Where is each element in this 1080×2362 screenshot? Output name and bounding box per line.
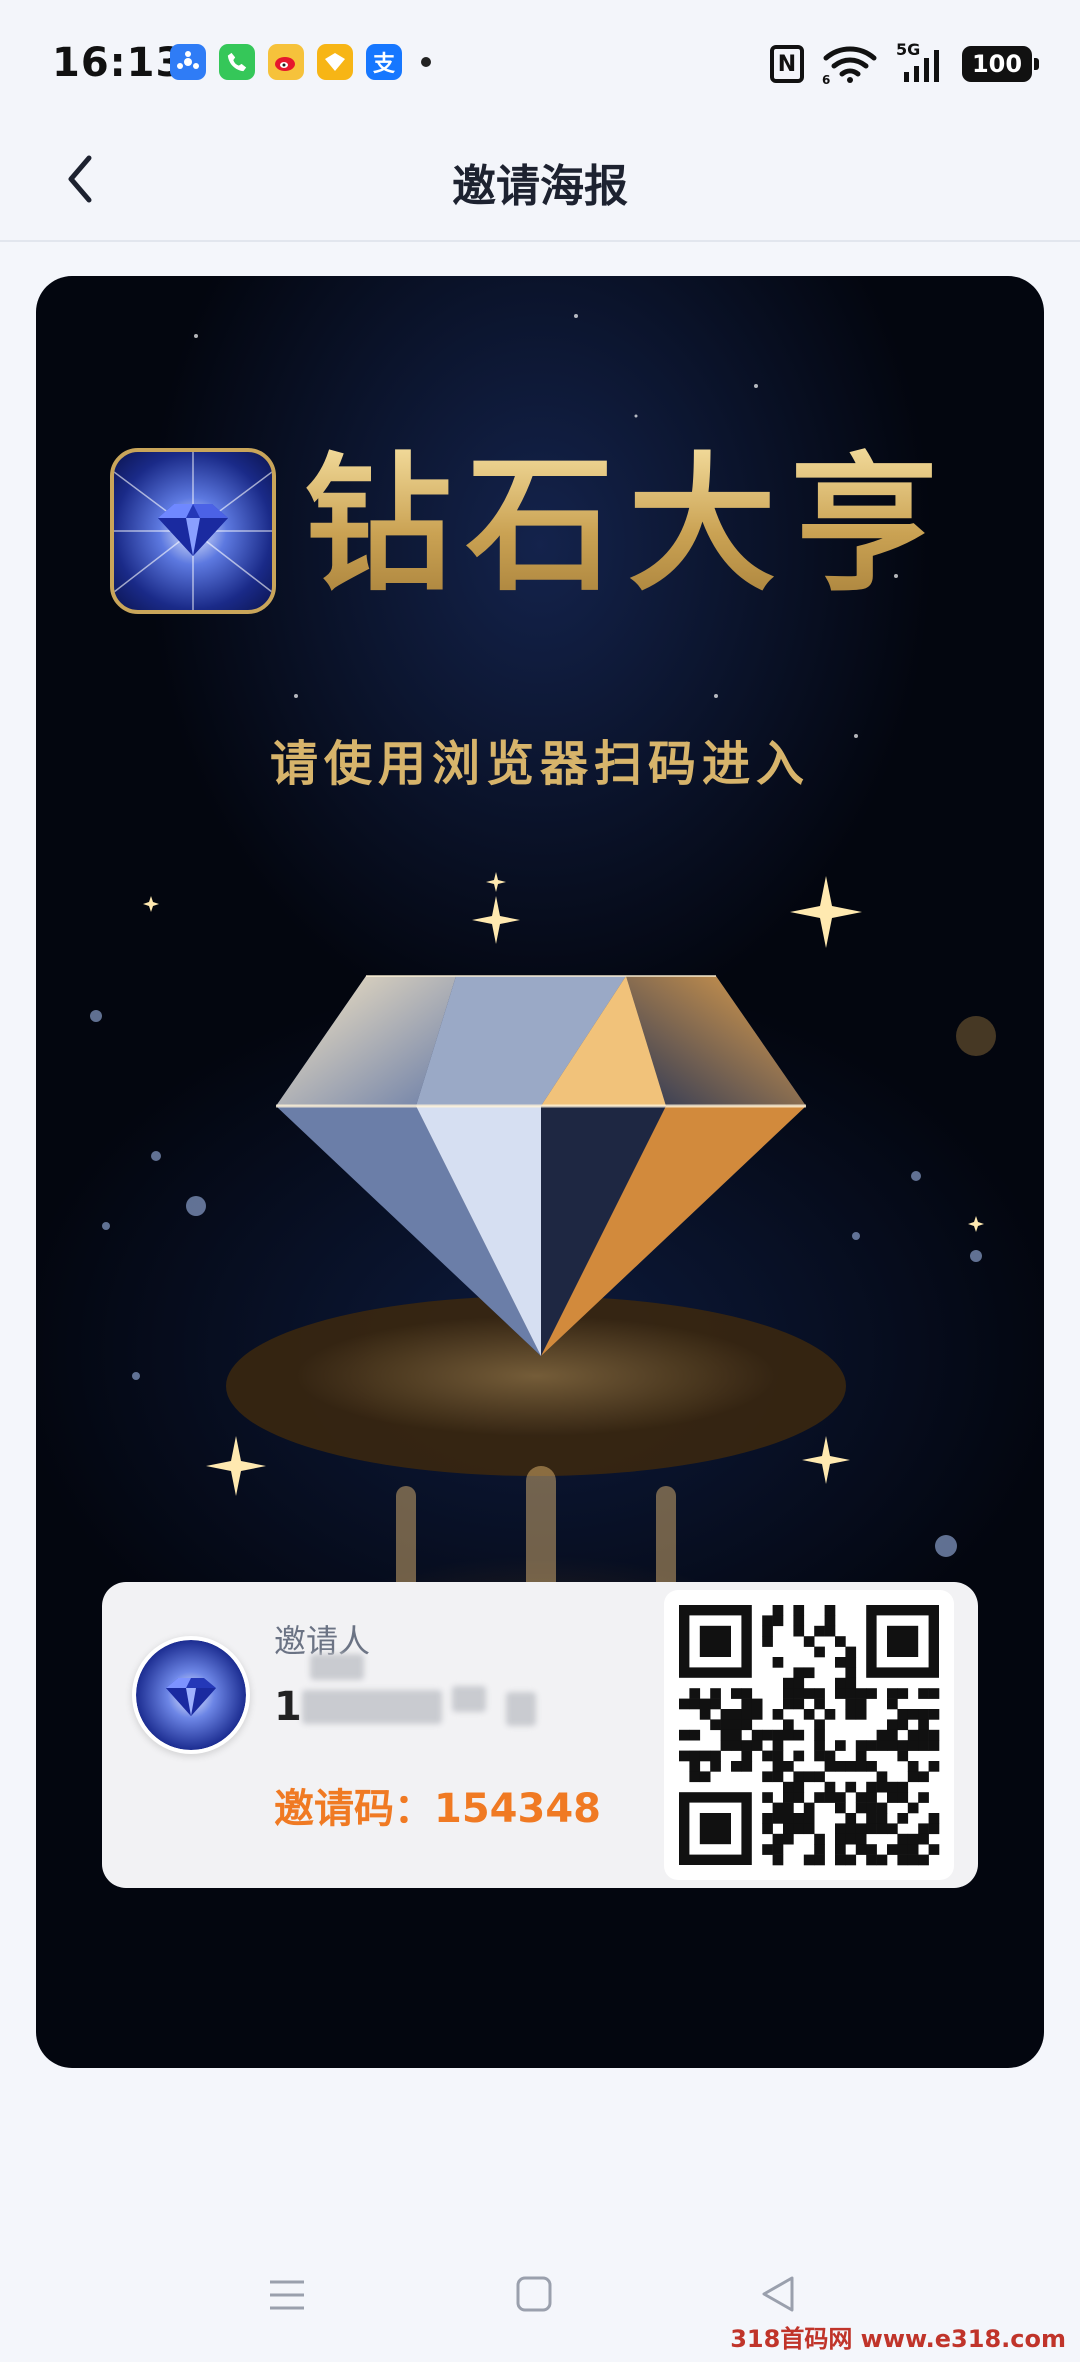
inviter-card: 邀请人 1 邀请码：154348 [102,1582,978,1888]
home-button[interactable] [514,2274,554,2318]
app-icon [170,44,206,80]
more-notifications-dot [421,57,431,67]
cell-signal-icon: 5G [896,40,944,84]
app-name: 钻石大亨 [304,439,952,611]
avatar [132,1636,250,1754]
nav-bar: 邀请海报 [0,120,1080,242]
diamond-logo-icon [114,452,272,610]
poster-tagline: 请使用浏览器扫码进入 [269,736,810,792]
phone-icon [219,44,255,80]
wifi-icon: 6 [822,46,877,84]
status-time: 16:13 [52,40,185,86]
nfc-icon: N [770,45,804,83]
menu-button[interactable] [266,2274,308,2320]
menu-icon [270,2280,304,2310]
qr-code-image [679,1605,940,1866]
redacted-inviter-id-3 [506,1692,536,1726]
diamond-illustration [276,975,806,1356]
battery-indicator: 100 [962,46,1039,82]
redacted-inviter-sub [310,1654,364,1680]
status-bar: 16:13 支 N 6 5G 100 [0,0,1080,120]
redacted-inviter-id [302,1690,442,1724]
home-square-icon [516,2276,552,2312]
invite-code: 邀请码：154348 [274,1786,601,1832]
redacted-inviter-id-2 [452,1686,486,1712]
qr-code[interactable] [664,1590,954,1880]
invite-poster[interactable]: 钻石大亨 请使用浏览器扫码进入 邀请人 1 邀请码：154348 [36,276,1044,2068]
notification-icons: 支 [170,44,431,80]
alipay-icon: 支 [366,44,402,80]
diamond-avatar-icon [166,1678,216,1716]
app-logo [110,448,276,614]
back-nav-button[interactable] [758,2274,798,2318]
triangle-back-icon [762,2276,794,2312]
system-navigation-bar: 318首码网 www.e318.com [0,2240,1080,2362]
wallet-icon [317,44,353,80]
inviter-id: 1 [274,1684,302,1730]
weibo-icon [268,44,304,80]
system-icons: N 6 5G 100 [770,40,1039,84]
watermark: 318首码网 www.e318.com [730,2325,1066,2353]
svg-text:6: 6 [822,73,830,84]
page-title: 邀请海报 [452,161,628,212]
